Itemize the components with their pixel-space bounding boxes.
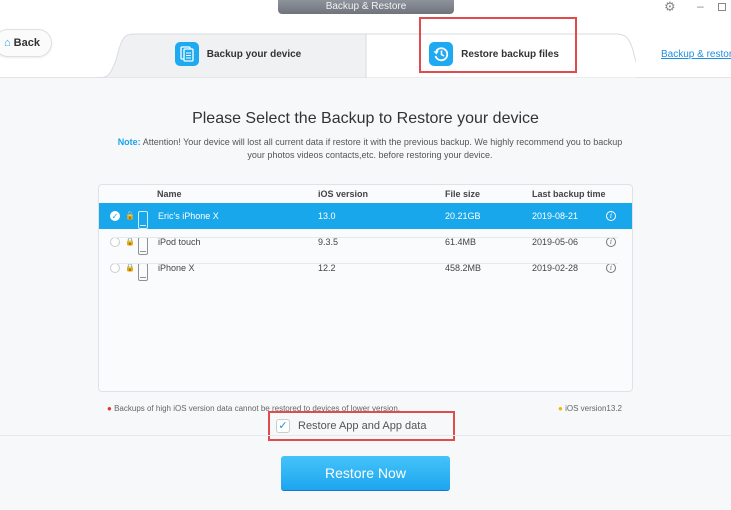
info-icon[interactable]: i xyxy=(606,263,616,273)
backup-date: 2019-02-28 xyxy=(532,263,579,273)
version-warning-text: Backups of high iOS version data cannot … xyxy=(114,404,401,413)
back-label: Back xyxy=(13,37,40,49)
backup-documents-icon xyxy=(174,42,199,66)
restore-clock-icon xyxy=(429,42,454,66)
checkmark-icon[interactable]: ✓ xyxy=(276,419,290,433)
column-header-ios-version: iOS version xyxy=(318,189,369,199)
backup-name: iPhone X xyxy=(158,263,195,273)
lock-icon: 🔒 xyxy=(125,263,135,272)
backup-ios-version: 9.3.5 xyxy=(318,237,339,247)
window-title: Backup & Restore xyxy=(278,0,454,14)
minimize-icon[interactable]: – xyxy=(697,0,704,13)
back-button[interactable]: ⌂ Back xyxy=(0,29,52,57)
restore-now-button[interactable]: Restore Now xyxy=(281,456,450,491)
title-bar: Backup & Restore ⚙ – xyxy=(0,0,731,16)
backup-ios-version: 12.2 xyxy=(318,263,336,273)
row-checkbox[interactable] xyxy=(110,263,120,273)
tab-restore-backup[interactable]: Restore backup files xyxy=(366,30,622,78)
column-header-last-backup: Last backup time xyxy=(532,189,606,199)
table-header: Name iOS version File size Last backup t… xyxy=(99,185,632,203)
attention-note: Note: Attention! Your device will lost a… xyxy=(110,136,630,162)
backup-name: Eric's iPhone X xyxy=(158,211,219,221)
restore-app-data-checkbox[interactable]: ✓ Restore App and App data xyxy=(276,416,426,436)
note-label: Note: xyxy=(117,137,141,147)
tab-restore-label: Restore backup files xyxy=(461,48,559,60)
tab-backup-label: Backup your device xyxy=(206,48,302,60)
table-row[interactable]: ✓ 🔒 Eric's iPhone X 13.0 20.21GB 2019-08… xyxy=(99,203,632,229)
lock-icon: 🔒 xyxy=(125,237,135,246)
backup-file-size: 20.21GB xyxy=(445,211,481,221)
backup-table: Name iOS version File size Last backup t… xyxy=(98,184,633,392)
tab-backup-device[interactable]: Backup your device xyxy=(110,30,366,78)
yellow-dot-icon: ● xyxy=(558,404,563,413)
backup-name: iPod touch xyxy=(158,237,201,247)
info-icon[interactable]: i xyxy=(606,211,616,221)
backup-restore-help-link[interactable]: Backup & restor... xyxy=(661,49,731,60)
backup-ios-version: 13.0 xyxy=(318,211,336,221)
row-checkbox[interactable]: ✓ xyxy=(110,211,120,221)
page-title: Please Select the Backup to Restore your… xyxy=(192,110,539,127)
column-header-file-size: File size xyxy=(445,189,481,199)
device-ios-version: ● iOS version13.2 xyxy=(558,404,622,413)
home-icon: ⌂ xyxy=(4,37,11,49)
ipod-icon xyxy=(138,237,148,255)
backup-date: 2019-08-21 xyxy=(532,211,579,221)
note-text: Attention! Your device will lost all cur… xyxy=(142,137,623,160)
maximize-icon[interactable] xyxy=(718,3,726,11)
device-ios-version-text: iOS version13.2 xyxy=(565,404,622,413)
table-row[interactable]: 🔒 iPhone X 12.2 458.2MB 2019-02-28 i xyxy=(99,255,632,281)
row-divider xyxy=(113,263,618,264)
row-divider xyxy=(113,237,618,238)
version-warning: ● Backups of high iOS version data canno… xyxy=(107,404,400,413)
restore-app-data-label: Restore App and App data xyxy=(298,420,427,432)
column-header-name: Name xyxy=(157,189,182,199)
header: ⌂ Back Backup your device Restore backup… xyxy=(0,16,731,78)
table-row[interactable]: 🔒 iPod touch 9.3.5 61.4MB 2019-05-06 i xyxy=(99,229,632,255)
row-checkbox[interactable] xyxy=(110,237,120,247)
iphone-icon xyxy=(138,211,148,229)
lock-icon: 🔒 xyxy=(125,211,135,220)
backup-date: 2019-05-06 xyxy=(532,237,579,247)
iphone-icon xyxy=(138,263,148,281)
footer-divider xyxy=(0,435,731,436)
red-dot-icon: ● xyxy=(107,404,112,413)
backup-file-size: 458.2MB xyxy=(445,263,482,273)
backup-file-size: 61.4MB xyxy=(445,237,477,247)
gear-icon[interactable]: ⚙ xyxy=(664,0,676,15)
info-icon[interactable]: i xyxy=(606,237,616,247)
